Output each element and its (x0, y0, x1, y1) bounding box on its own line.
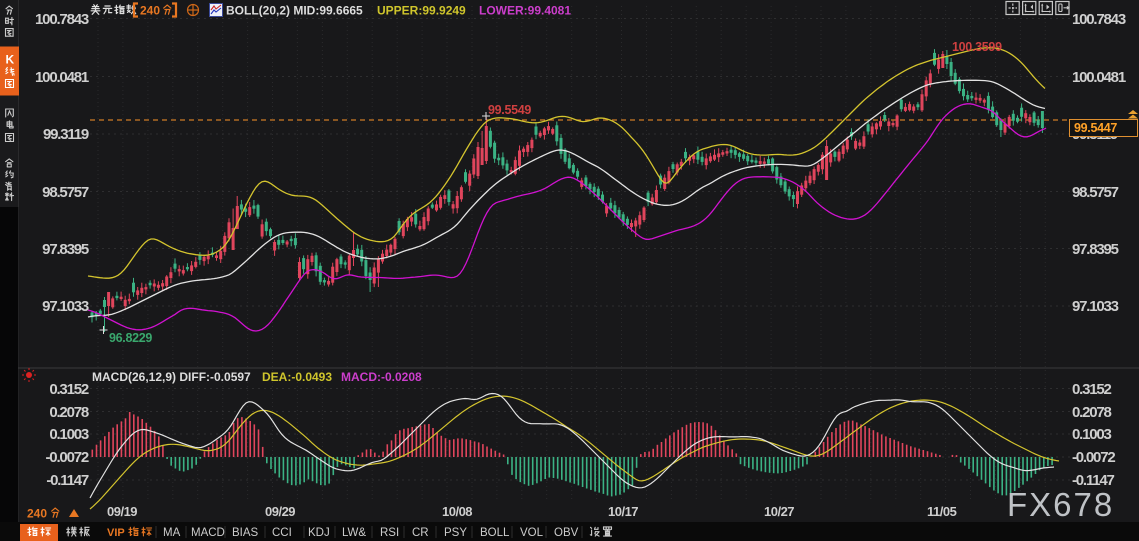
svg-text:MACD(26,12,9) DIFF:-0.0597: MACD(26,12,9) DIFF:-0.0597 (92, 370, 251, 384)
svg-text:BIAS: BIAS (232, 527, 259, 539)
svg-text:PSY: PSY (444, 527, 467, 539)
svg-text:UPPER:99.9249: UPPER:99.9249 (377, 4, 466, 18)
svg-text:DEA:-0.0493: DEA:-0.0493 (262, 370, 332, 384)
svg-text:VOL: VOL (520, 527, 544, 539)
svg-text:LOWER:99.4081: LOWER:99.4081 (479, 4, 571, 18)
svg-text:CR: CR (412, 527, 429, 539)
svg-text:OBV: OBV (554, 527, 579, 539)
svg-text:CCI: CCI (272, 527, 292, 539)
svg-text:BOLL(20,2) MID:99.6665: BOLL(20,2) MID:99.6665 (226, 4, 363, 18)
svg-text:MACD: MACD (191, 527, 225, 539)
svg-text:240: 240 (27, 507, 47, 521)
svg-text:MA: MA (163, 527, 181, 539)
svg-text:240: 240 (140, 4, 160, 18)
svg-text:RSI: RSI (380, 527, 399, 539)
svg-text:VIP: VIP (107, 527, 125, 539)
svg-text:LW&: LW& (342, 527, 366, 539)
svg-text:BOLL: BOLL (480, 527, 510, 539)
svg-text:KDJ: KDJ (308, 527, 330, 539)
svg-text:MACD:-0.0208: MACD:-0.0208 (341, 370, 422, 384)
